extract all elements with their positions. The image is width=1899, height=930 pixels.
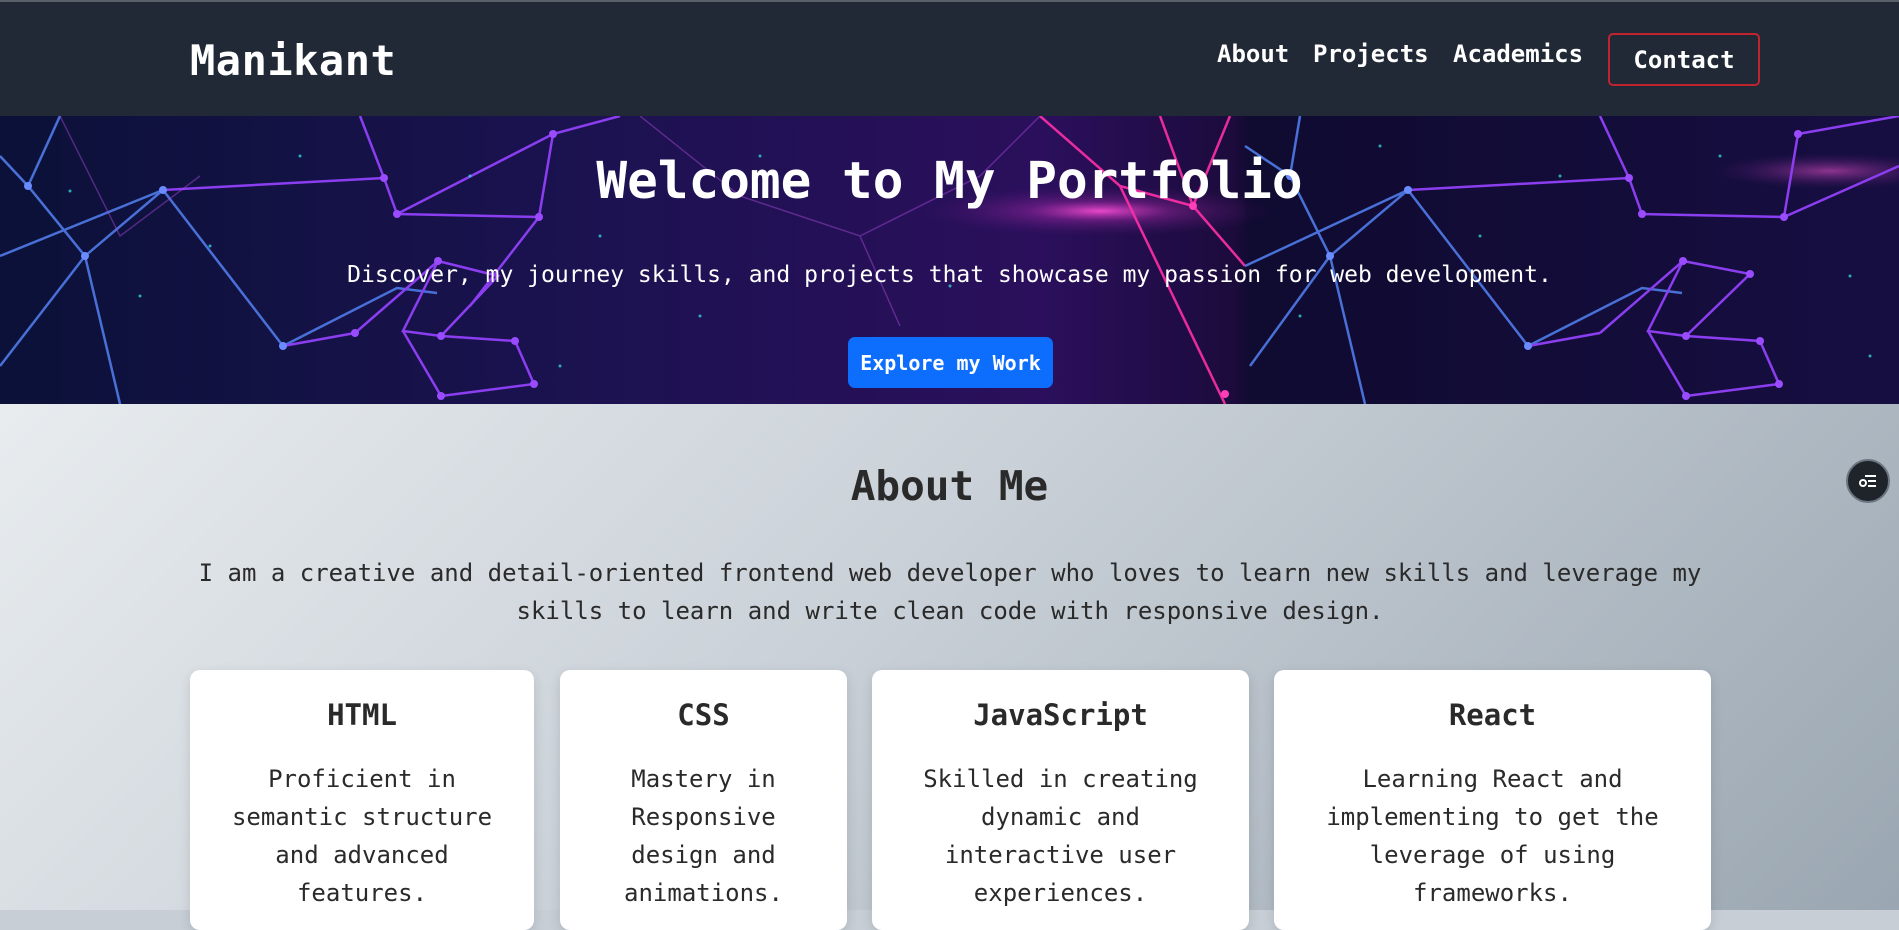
- hero-section: Welcome to My Portfolio Discover, my jou…: [0, 116, 1899, 404]
- skill-card-title: React: [1448, 698, 1537, 732]
- skill-card-react: React Learning React and implementing to…: [1274, 670, 1711, 930]
- brand-logo[interactable]: Manikant: [190, 36, 396, 85]
- explore-work-button[interactable]: Explore my Work: [848, 337, 1053, 388]
- skill-card-description: Proficient in semantic structure and adv…: [231, 765, 493, 907]
- nav-link-academics[interactable]: Academics: [1453, 40, 1583, 68]
- skill-card-description: Skilled in creating dynamic and interact…: [923, 765, 1198, 907]
- skill-card-css: CSS Mastery in Responsive design and ani…: [560, 670, 847, 930]
- skill-card-html: HTML Proficient in semantic structure an…: [190, 670, 534, 930]
- hero-subtitle: Discover, my journey skills, and project…: [347, 262, 1552, 288]
- nav-link-about[interactable]: About: [1217, 40, 1289, 68]
- contact-button[interactable]: Contact: [1608, 33, 1760, 86]
- skill-card-title: JavaScript: [973, 698, 1148, 732]
- accessibility-menu-button[interactable]: [1846, 459, 1890, 503]
- about-section: About Me I am a creative and detail-orie…: [0, 404, 1899, 930]
- skill-card-description: Learning React and implementing to get t…: [1326, 765, 1659, 907]
- about-description: I am a creative and detail-oriented fron…: [198, 559, 1702, 625]
- nav-link-projects[interactable]: Projects: [1313, 40, 1429, 68]
- skill-card-title: CSS: [677, 698, 730, 732]
- skill-card-javascript: JavaScript Skilled in creating dynamic a…: [872, 670, 1249, 930]
- skill-card-title: HTML: [327, 698, 397, 732]
- navbar: Manikant About Projects Academics Contac…: [0, 2, 1899, 116]
- about-title: About Me: [850, 462, 1049, 510]
- hero-title: Welcome to My Portfolio: [596, 152, 1303, 211]
- accessibility-menu-icon: [1859, 475, 1876, 487]
- skill-card-description: Mastery in Responsive design and animati…: [624, 765, 783, 907]
